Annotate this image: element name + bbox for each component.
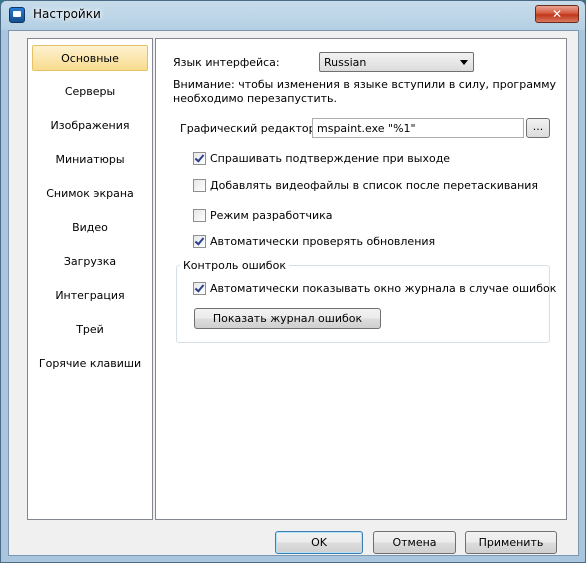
nav-item-hotkeys[interactable]: Горячие клавиши: [32, 351, 148, 377]
general-settings-panel: Язык интерфейса: Russian Внимание: чтобы…: [155, 38, 567, 520]
language-notice-line2: необходимо перезапустить.: [173, 92, 337, 105]
nav-item-integration[interactable]: Интеграция: [32, 283, 148, 309]
language-value: Russian: [324, 56, 367, 69]
nav-item-servers[interactable]: Серверы: [32, 79, 148, 105]
window-title: Настройки: [33, 7, 101, 21]
nav-item-upload[interactable]: Загрузка: [32, 249, 148, 275]
nav-item-images[interactable]: Изображения: [32, 113, 148, 139]
browse-button[interactable]: ...: [526, 118, 550, 138]
add-video-label[interactable]: Добавлять видеофайлы в список после пере…: [210, 179, 538, 192]
auto-update-checkbox[interactable]: [193, 235, 206, 248]
settings-nav: Основные Серверы Изображения Миниатюры С…: [27, 38, 153, 520]
close-button[interactable]: ✕: [535, 5, 579, 23]
nav-item-video[interactable]: Видео: [32, 215, 148, 241]
language-label: Язык интерфейса:: [173, 56, 280, 69]
auto-update-label[interactable]: Автоматически проверять обновления: [210, 235, 435, 248]
title-bar[interactable]: Настройки ✕: [1, 1, 585, 30]
nav-item-tray[interactable]: Трей: [32, 317, 148, 343]
developer-mode-label[interactable]: Режим разработчика: [210, 209, 333, 222]
auto-show-log-label[interactable]: Автоматически показывать окно журнала в …: [210, 282, 556, 295]
developer-mode-checkbox[interactable]: [193, 209, 206, 222]
confirm-exit-checkbox[interactable]: [193, 152, 206, 165]
apply-button[interactable]: Применить: [465, 531, 557, 554]
confirm-exit-label[interactable]: Спрашивать подтверждение при выходе: [210, 152, 450, 165]
nav-item-screenshot[interactable]: Снимок экрана: [32, 181, 148, 207]
chevron-down-icon: [460, 60, 468, 65]
editor-field[interactable]: [312, 118, 525, 138]
window-client-area: Основные Серверы Изображения Миниатюры С…: [8, 30, 579, 556]
language-notice-line1: Внимание: чтобы изменения в языке вступи…: [173, 78, 557, 91]
ok-button[interactable]: OK: [275, 531, 363, 554]
nav-item-general[interactable]: Основные: [32, 45, 148, 71]
show-error-log-button[interactable]: Показать журнал ошибок: [194, 308, 381, 329]
error-control-group: [176, 265, 550, 343]
auto-show-log-checkbox[interactable]: [193, 282, 206, 295]
editor-input[interactable]: [313, 119, 525, 137]
editor-label: Графический редактор:: [180, 122, 320, 135]
app-icon: [9, 7, 25, 23]
error-control-title: Контроль ошибок: [180, 259, 289, 272]
cancel-button[interactable]: Отмена: [373, 531, 456, 554]
settings-window: Настройки ✕ Основные Серверы Изображения…: [0, 0, 586, 563]
add-video-checkbox[interactable]: [193, 179, 206, 192]
language-dropdown[interactable]: Russian: [319, 52, 474, 72]
nav-item-thumbnails[interactable]: Миниатюры: [32, 147, 148, 173]
